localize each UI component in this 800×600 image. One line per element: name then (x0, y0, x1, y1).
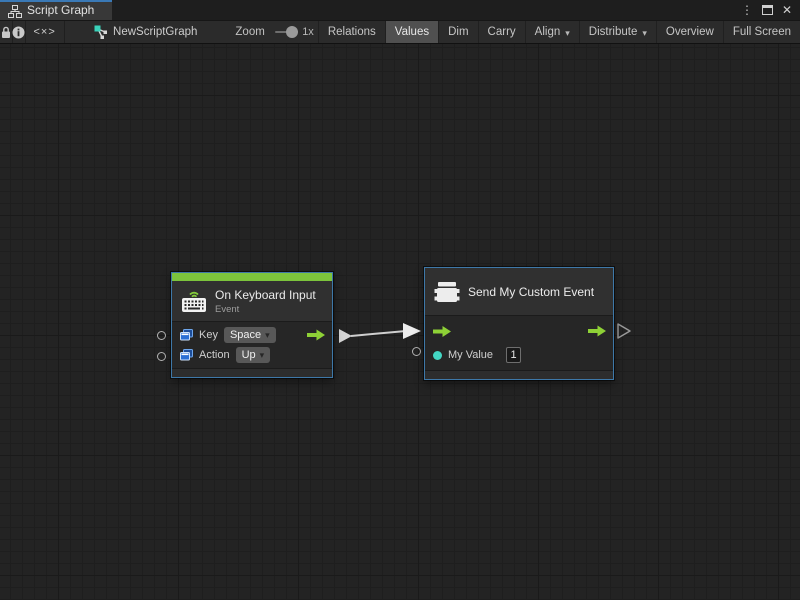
zoom-label: Zoom (235, 21, 264, 43)
flow-wire[interactable] (351, 331, 406, 336)
zoom-slider[interactable] (275, 21, 298, 43)
event-accent-bar (172, 273, 332, 281)
action-dropdown[interactable]: Up ▾ (236, 347, 271, 363)
dim-button[interactable]: Dim (438, 21, 477, 43)
keyboard-icon (181, 289, 207, 313)
input-port-action[interactable] (157, 352, 166, 361)
zoom-value: 1x (302, 21, 314, 43)
my-value-input[interactable]: 1 (506, 347, 521, 363)
overview-button[interactable]: Overview (656, 21, 723, 43)
fullscreen-button[interactable]: Full Screen (723, 21, 800, 43)
graph-hierarchy-icon (8, 5, 22, 18)
node-subtitle: Event (215, 304, 316, 315)
node-footer (172, 369, 332, 377)
info-icon (12, 26, 25, 39)
wire-arrowhead-icon[interactable] (403, 323, 421, 339)
value-input-port-icon[interactable] (433, 351, 442, 360)
port-label: My Value (448, 349, 493, 361)
input-port-my-value[interactable] (412, 347, 421, 356)
carry-button[interactable]: Carry (478, 21, 525, 43)
port-label: Action (199, 349, 230, 361)
node-body: Key Space ▾ Action (172, 322, 332, 368)
values-button[interactable]: Values (385, 21, 438, 43)
unconnected-output-triangle[interactable] (618, 324, 630, 338)
node-send-my-custom-event[interactable]: Send My Custom Event My Value 1 (424, 267, 614, 380)
node-header: Send My Custom Event (425, 268, 613, 315)
flow-output-port[interactable] (307, 330, 325, 341)
info-button[interactable] (12, 21, 25, 43)
tab-script-graph[interactable]: Script Graph (0, 0, 112, 20)
window-controls: ⋮ ✕ (741, 0, 800, 20)
align-dropdown-button[interactable]: Align ▾ (525, 21, 579, 43)
port-row-my-value: My Value 1 (425, 343, 613, 367)
code-toggle-button[interactable]: <×> (26, 21, 64, 43)
relations-button[interactable]: Relations (318, 21, 385, 43)
close-icon[interactable]: ✕ (782, 4, 792, 16)
port-row-action: Action Up ▾ (172, 345, 332, 365)
flow-output-port[interactable] (588, 326, 606, 337)
lock-icon (0, 26, 12, 39)
zoom-slider-handle[interactable] (286, 26, 298, 38)
script-graph-icon (94, 25, 108, 39)
script-graph-window: Script Graph ⋮ ✕ <×> (0, 0, 800, 600)
input-port-key[interactable] (157, 331, 166, 340)
graph-name: NewScriptGraph (113, 26, 197, 38)
tab-title: Script Graph (27, 3, 94, 17)
toolbar-action-group: Relations Values Dim Carry Align ▾ Distr… (318, 21, 800, 43)
port-row-key: Key Space ▾ (172, 325, 332, 345)
node-on-keyboard-input[interactable]: On Keyboard Input Event Key Space ▾ (171, 272, 333, 378)
node-body: My Value 1 (425, 316, 613, 370)
value-port-icon (180, 349, 193, 361)
connection-layer (0, 44, 800, 600)
graph-selector-button[interactable]: NewScriptGraph (86, 21, 205, 43)
value-port-icon (180, 329, 193, 341)
key-dropdown[interactable]: Space ▾ (224, 327, 276, 343)
tab-bar: Script Graph ⋮ ✕ (0, 0, 800, 20)
custom-event-icon (434, 280, 460, 304)
maximize-icon[interactable] (762, 5, 773, 15)
chevron-down-icon: ▾ (565, 28, 570, 39)
node-header: On Keyboard Input Event (172, 281, 332, 321)
lock-button[interactable] (0, 21, 12, 43)
node-footer (425, 371, 613, 379)
port-row-flow (425, 319, 613, 343)
chevron-down-icon: ▾ (642, 28, 647, 39)
chevron-down-icon: ▾ (260, 350, 265, 361)
graph-canvas[interactable]: On Keyboard Input Event Key Space ▾ (0, 44, 800, 600)
wire-start-cap[interactable] (339, 329, 352, 343)
node-title: Send My Custom Event (468, 285, 594, 299)
flow-input-port[interactable] (433, 326, 451, 337)
port-label: Key (199, 329, 218, 341)
graph-toolbar: <×> NewScriptGraph Zoom 1x Relations Val… (0, 20, 800, 44)
node-title: On Keyboard Input (215, 288, 316, 302)
kebab-menu-icon[interactable]: ⋮ (741, 4, 753, 16)
distribute-dropdown-button[interactable]: Distribute ▾ (579, 21, 656, 43)
chevron-down-icon: ▾ (265, 330, 270, 341)
